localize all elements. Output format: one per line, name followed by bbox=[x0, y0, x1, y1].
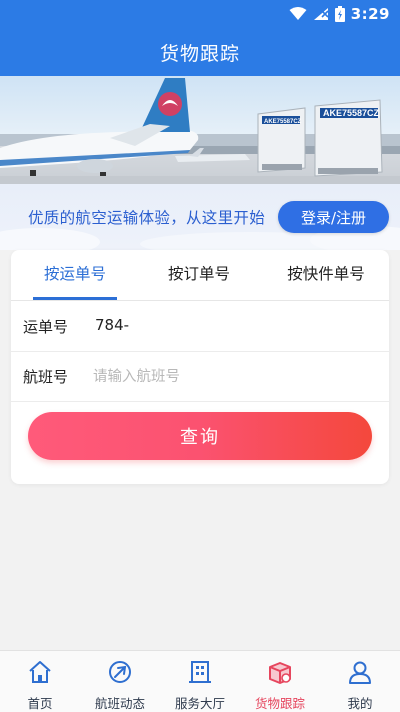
waybill-label: 运单号 bbox=[23, 318, 69, 336]
nav-service-hall[interactable]: 服务大厅 bbox=[160, 651, 240, 712]
flight-number-input[interactable] bbox=[91, 361, 375, 393]
flight-label: 航班号 bbox=[23, 368, 69, 386]
page-title: 货物跟踪 bbox=[159, 42, 240, 65]
nav-flight-status[interactable]: 航班动态 bbox=[80, 651, 160, 712]
nav-label: 服务大厅 bbox=[174, 696, 225, 711]
promo-text: 优质的航空运输体验，从这里开始 bbox=[28, 209, 266, 227]
nav-label: 航班动态 bbox=[94, 696, 145, 711]
tab-by-order[interactable]: 按订单号 bbox=[149, 250, 249, 300]
user-icon bbox=[349, 661, 371, 684]
status-time: 3:29 bbox=[350, 5, 390, 23]
banner-illustration: AKE75587CZ AKE75587CZ bbox=[0, 78, 400, 184]
search-type-tabs: 按运单号 按订单号 按快件单号 bbox=[11, 250, 389, 301]
container-label: AKE75587CZ bbox=[323, 108, 380, 118]
wifi-icon bbox=[289, 7, 307, 20]
login-register-button[interactable]: 登录/注册 bbox=[278, 201, 389, 233]
signal-icon bbox=[313, 8, 329, 20]
query-button[interactable]: 查询 bbox=[28, 412, 372, 460]
tab-by-waybill[interactable]: 按运单号 bbox=[25, 250, 125, 300]
waybill-input[interactable]: 784- bbox=[95, 316, 129, 334]
banner-image: AKE75587CZ AKE75587CZ bbox=[0, 76, 400, 184]
bottom-nav: 首页 航班动态 服务大厅 货物跟踪 我的 bbox=[0, 650, 400, 712]
home-icon bbox=[29, 661, 51, 683]
nav-label: 首页 bbox=[27, 696, 53, 711]
tracking-form-card: 按运单号 按订单号 按快件单号 运单号 784- 航班号 查询 bbox=[11, 250, 389, 484]
waybill-row: 运单号 784- bbox=[11, 301, 389, 352]
tab-by-express[interactable]: 按快件单号 bbox=[271, 250, 381, 300]
nav-profile[interactable]: 我的 bbox=[320, 651, 400, 712]
nav-cargo-tracking[interactable]: 货物跟踪 bbox=[240, 651, 320, 712]
status-bar: 3:29 bbox=[0, 0, 400, 28]
nav-home[interactable]: 首页 bbox=[0, 651, 80, 712]
battery-icon bbox=[334, 6, 345, 22]
active-tab-indicator bbox=[33, 297, 117, 300]
plane-icon bbox=[109, 661, 131, 683]
flight-row: 航班号 bbox=[11, 351, 389, 402]
cargo-box-icon bbox=[269, 662, 291, 684]
app-header: 货物跟踪 bbox=[0, 28, 400, 76]
container-label: AKE75587CZ bbox=[264, 119, 302, 125]
nav-label: 货物跟踪 bbox=[254, 696, 305, 711]
building-icon bbox=[189, 661, 211, 683]
nav-label: 我的 bbox=[347, 696, 373, 711]
